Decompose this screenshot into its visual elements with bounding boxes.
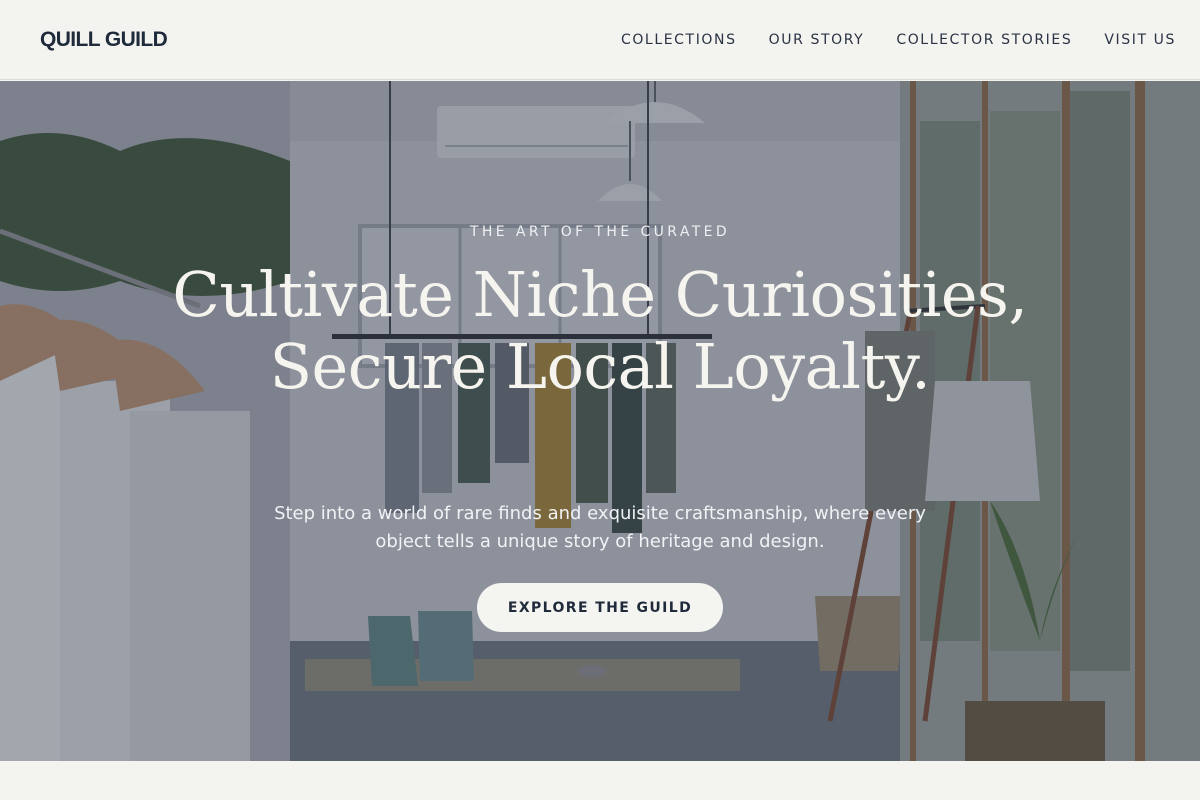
- nav-link-collections[interactable]: COLLECTIONS: [621, 32, 737, 48]
- nav-link-our-story[interactable]: OUR STORY: [769, 32, 865, 48]
- main-nav: COLLECTIONS OUR STORY COLLECTOR STORIES …: [621, 32, 1176, 48]
- site-header: QUILL GUILD COLLECTIONS OUR STORY COLLEC…: [0, 0, 1200, 80]
- next-section-start: [0, 761, 1200, 800]
- nav-link-collector-stories[interactable]: COLLECTOR STORIES: [896, 32, 1072, 48]
- nav-link-visit-us[interactable]: VISIT US: [1104, 32, 1176, 48]
- hero-section: THE ART OF THE CURATED Cultivate Niche C…: [0, 81, 1200, 761]
- hero-headline: Cultivate Niche Curiosities, Secure Loca…: [172, 258, 1028, 403]
- explore-guild-button[interactable]: EXPLORE THE GUILD: [477, 583, 723, 632]
- hero-eyebrow: THE ART OF THE CURATED: [469, 224, 731, 240]
- hero-subtext: Step into a world of rare finds and exqu…: [274, 503, 926, 552]
- hero-content: THE ART OF THE CURATED Cultivate Niche C…: [0, 81, 1200, 761]
- brand-logo[interactable]: QUILL GUILD: [40, 28, 168, 52]
